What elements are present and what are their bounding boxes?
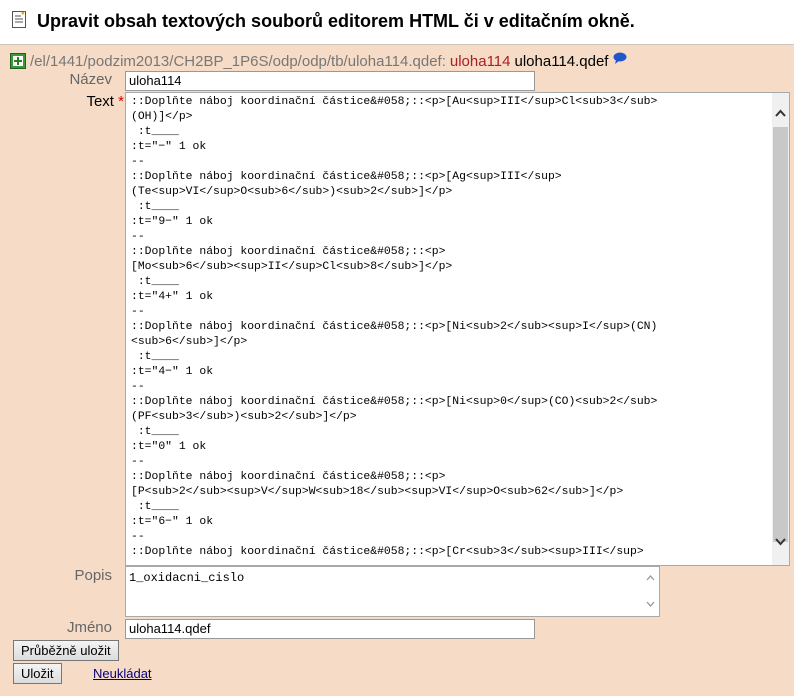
popis-scrollbar[interactable]	[642, 567, 659, 616]
popis-label: Popis	[74, 567, 112, 584]
save-button[interactable]: Uložit	[13, 663, 62, 684]
save-progress-button[interactable]: Průběžně uložit	[13, 640, 119, 661]
nazev-label: Název	[69, 71, 112, 88]
text-scrollbar[interactable]	[772, 93, 789, 565]
discard-link[interactable]: Neukládat	[93, 666, 152, 681]
scroll-up-icon[interactable]	[646, 575, 655, 581]
scrollbar-thumb[interactable]	[773, 127, 788, 542]
required-marker: *	[118, 93, 124, 110]
page-header: Upravit obsah textových souborů editorem…	[0, 0, 794, 45]
file-path: /el/1441/podzim2013/CH2BP_1P6S/odp/odp/t…	[10, 52, 627, 70]
edit-document-icon	[12, 11, 26, 28]
popis-content[interactable]: 1_oxidacni_cislo	[129, 571, 244, 585]
comment-bubble-icon[interactable]	[613, 52, 627, 64]
path-item-name: uloha114	[449, 52, 511, 70]
text-label: Text *	[0, 93, 124, 110]
scroll-down-icon[interactable]	[775, 538, 786, 546]
popis-textarea[interactable]: 1_oxidacni_cislo	[125, 566, 660, 617]
text-label-text: Text	[86, 93, 114, 110]
page-title: Upravit obsah textových souborů editorem…	[37, 11, 635, 31]
scroll-up-icon[interactable]	[775, 109, 786, 117]
text-editor-content[interactable]: ::Doplňte náboj koordinační částice&#058…	[131, 95, 771, 560]
jmeno-input[interactable]: uloha114.qdef	[125, 619, 535, 639]
jmeno-label: Jméno	[66, 619, 112, 636]
nazev-input[interactable]: uloha114	[125, 71, 535, 91]
text-editor[interactable]: ::Doplňte náboj koordinační částice&#058…	[125, 92, 790, 566]
scroll-down-icon[interactable]	[646, 601, 655, 607]
file-add-icon[interactable]	[10, 53, 26, 69]
path-text: /el/1441/podzim2013/CH2BP_1P6S/odp/odp/t…	[30, 52, 446, 70]
path-file-name: uloha114.qdef	[514, 52, 609, 70]
